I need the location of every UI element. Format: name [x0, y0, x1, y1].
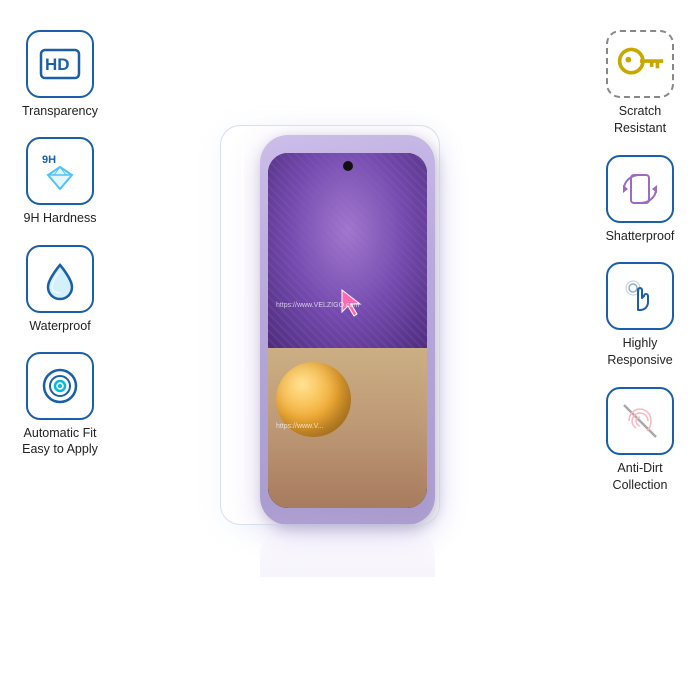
- auto-fit-icon-box: [26, 352, 94, 420]
- 9h-icon-box: 9H: [26, 137, 94, 205]
- svg-text:HD: HD: [45, 55, 70, 74]
- left-features: HD Transparency 9H 9H Hardness: [0, 30, 120, 457]
- feature-auto-fit: Automatic Fit Easy to Apply: [22, 352, 98, 458]
- phone-rotate-icon: [618, 167, 662, 211]
- feature-hd-transparency: HD Transparency: [22, 30, 98, 119]
- responsive-label: HighlyResponsive: [607, 335, 672, 369]
- hand-touch-icon: [618, 274, 662, 318]
- phone-notch: [343, 161, 353, 171]
- scratch-label: ScratchResistant: [614, 103, 666, 137]
- waterproof-label: Waterproof: [29, 318, 90, 334]
- main-container: HD Transparency 9H 9H Hardness: [0, 0, 700, 700]
- auto-fit-label: Automatic Fit Easy to Apply: [22, 425, 98, 458]
- feature-9h-hardness: 9H 9H Hardness: [24, 137, 97, 226]
- phone-screen: https://www.VELZIGO.com https://www.V...: [268, 153, 427, 508]
- phone-reflection: [260, 527, 435, 577]
- shatterproof-icon-box: [606, 155, 674, 223]
- anti-dirt-label: Anti-DirtCollection: [613, 460, 668, 494]
- feature-shatterproof: Shatterproof: [606, 155, 675, 244]
- responsive-icon-box: [606, 262, 674, 330]
- hd-icon-box: HD: [26, 30, 94, 98]
- hd-label: Transparency: [22, 103, 98, 119]
- target-icon: [38, 364, 82, 408]
- watermark-text2: https://www.V...: [276, 423, 324, 430]
- phone-body: https://www.VELZIGO.com https://www.V...: [260, 135, 435, 525]
- 9h-label: 9H Hardness: [24, 210, 97, 226]
- right-features: ScratchResistant Shatterproof: [580, 30, 700, 494]
- fabric-texture: [268, 153, 427, 348]
- feature-scratch-resistant: ScratchResistant: [606, 30, 674, 137]
- fingerprint-icon: [618, 399, 662, 443]
- feature-highly-responsive: HighlyResponsive: [606, 262, 674, 369]
- scratch-icon-box: [606, 30, 674, 98]
- waterproof-icon-box: [26, 245, 94, 313]
- hd-icon: HD: [38, 42, 82, 86]
- key-icon: [608, 32, 672, 96]
- phone-wrapper: https://www.VELZIGO.com https://www.V...: [250, 135, 450, 565]
- glass-highlight: [241, 146, 244, 506]
- 9h-diamond-icon: 9H: [38, 149, 82, 193]
- watermark-text: https://www.VELZIGO.com: [276, 302, 359, 309]
- svg-text:9H: 9H: [42, 154, 56, 166]
- droplet-icon: [38, 257, 82, 301]
- anti-dirt-icon-box: [606, 387, 674, 455]
- feature-anti-dirt: Anti-DirtCollection: [606, 387, 674, 494]
- center-phone-area: https://www.VELZIGO.com https://www.V...: [170, 10, 530, 690]
- shatterproof-label: Shatterproof: [606, 228, 675, 244]
- feature-waterproof: Waterproof: [26, 245, 94, 334]
